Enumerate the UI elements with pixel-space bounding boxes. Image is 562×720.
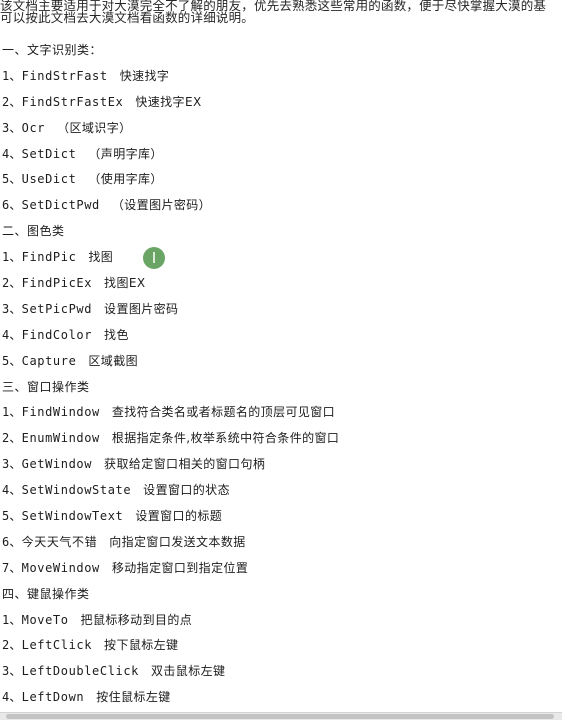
item-number: 3、 <box>2 301 22 316</box>
function-description: 把鼠标移动到目的点 <box>80 612 193 627</box>
function-description: 找图EX <box>104 276 146 291</box>
function-name: SetDictPwd <box>21 198 100 213</box>
function-name: SetWindowText <box>21 509 124 524</box>
intro-line-2: 可以按此文档去大漠文档看函数的详细说明。 <box>0 10 255 24</box>
function-item: 3、GetWindow 获取给定窗口相关的窗口句柄 <box>2 452 558 478</box>
item-number: 5、 <box>2 172 22 187</box>
function-name: FindWindow <box>21 405 100 420</box>
function-description: 根据指定条件,枚举系统中符合条件的窗口 <box>111 431 340 446</box>
function-item: 2、FindPicEx 找图EX <box>2 271 558 297</box>
function-name: MoveTo <box>21 612 69 627</box>
function-list: 一、文字识别类： 1、FindStrFast 快速找字 2、FindStrFastEx… <box>2 38 558 711</box>
function-item: 1、FindStrFast 快速找字 <box>2 64 558 90</box>
item-number: 1、 <box>2 612 22 627</box>
section-heading: 三、窗口操作类 <box>2 379 90 394</box>
function-item: 2、FindStrFastEx 快速找字EX <box>2 90 558 116</box>
item-number: 5、 <box>2 353 22 368</box>
function-name: GetWindow <box>21 457 93 472</box>
item-number: 3、 <box>2 457 22 472</box>
function-description: 移动指定窗口到指定位置 <box>111 560 249 575</box>
function-item: 4、SetDict （声明字库） <box>2 142 558 168</box>
function-name: LeftDoubleClick <box>21 664 139 679</box>
function-name: SetDict <box>21 146 77 161</box>
function-description: （设置图片密码） <box>111 198 212 213</box>
function-name: FindColor <box>21 327 93 342</box>
item-number: 2、 <box>2 431 22 446</box>
function-name: FindStrFast <box>21 68 108 83</box>
function-description: 快速找字 <box>119 68 170 83</box>
function-item: 5、Capture 区域截图 <box>2 349 558 375</box>
function-description: 按住鼠标左键 <box>96 690 171 705</box>
item-number: 6、 <box>2 198 22 213</box>
function-description: 向指定窗口发送文本数据 <box>109 534 246 549</box>
item-number: 1、 <box>2 405 22 420</box>
function-description: 设置图片密码 <box>104 301 179 316</box>
function-description: 快速找字EX <box>135 94 202 109</box>
function-item: 3、SetPicPwd 设置图片密码 <box>2 297 558 323</box>
scrollbar-thumb[interactable] <box>6 714 554 719</box>
horizontal-scrollbar[interactable] <box>0 712 562 720</box>
function-description: 按下鼠标左键 <box>104 638 179 653</box>
item-number: 3、 <box>2 120 22 135</box>
function-name: 今天天气不错 <box>21 534 98 549</box>
function-item: 4、LeftDown 按住鼠标左键 <box>2 685 558 711</box>
item-number: 6、 <box>2 534 22 549</box>
item-number: 3、 <box>2 664 22 679</box>
function-item: 5、UseDict （使用字库） <box>2 167 558 193</box>
item-number: 7、 <box>2 560 22 575</box>
function-item: 1、FindPic 找图 <box>2 245 558 271</box>
item-number: 4、 <box>2 327 22 342</box>
function-item: 5、SetWindowText 设置窗口的标题 <box>2 504 558 530</box>
function-name: Ocr <box>21 120 46 135</box>
function-name: EnumWindow <box>21 431 100 446</box>
function-description: 获取给定窗口相关的窗口句柄 <box>104 457 266 472</box>
function-name: UseDict <box>21 172 77 187</box>
section-heading: 四、键鼠操作类 <box>2 586 90 601</box>
function-description: （声明字库） <box>88 146 163 161</box>
function-name: FindPicEx <box>21 276 93 291</box>
item-number: 4、 <box>2 483 22 498</box>
section-heading: 二、图色类 <box>2 224 65 239</box>
section-heading: 一、文字识别类： <box>2 43 103 57</box>
item-number: 2、 <box>2 94 22 109</box>
function-name: Capture <box>21 353 77 368</box>
function-item: 3、LeftDoubleClick 双击鼠标左键 <box>2 659 558 685</box>
function-description: 找色 <box>104 327 129 342</box>
function-description: 找图 <box>88 250 114 265</box>
function-description: （使用字库） <box>88 172 163 187</box>
function-name: LeftClick <box>21 638 93 653</box>
item-number: 4、 <box>2 690 22 705</box>
function-item: 7、MoveWindow 移动指定窗口到指定位置 <box>2 556 558 582</box>
function-name: SetWindowState <box>21 483 132 498</box>
function-item: 3、Ocr （区域识字） <box>2 116 558 142</box>
item-number: 5、 <box>2 509 22 524</box>
function-name: MoveWindow <box>21 560 100 575</box>
function-description: 设置窗口的标题 <box>135 509 223 524</box>
function-name: LeftDown <box>21 690 85 705</box>
document-page: 该文档主要适用于对大漠完全不了解的朋友，优先去熟悉这些常用的函数，便于尽快掌握大… <box>0 0 562 712</box>
function-item: 6、今天天气不错 向指定窗口发送文本数据 <box>2 530 558 556</box>
function-description: 查找符合类名或者标题名的顶层可见窗口 <box>111 405 336 420</box>
function-item: 2、LeftClick 按下鼠标左键 <box>2 633 558 659</box>
function-item: 1、MoveTo 把鼠标移动到目的点 <box>2 608 558 634</box>
item-number: 4、 <box>2 146 22 161</box>
item-number: 1、 <box>2 250 22 265</box>
function-description: 双击鼠标左键 <box>151 664 226 679</box>
function-item: 6、SetDictPwd （设置图片密码） <box>2 193 558 219</box>
function-name: SetPicPwd <box>21 301 93 316</box>
function-description: 设置窗口的状态 <box>143 483 230 498</box>
intro-paragraph: 该文档主要适用于对大漠完全不了解的朋友，优先去熟悉这些常用的函数，便于尽快掌握大… <box>0 0 562 24</box>
function-description: 区域截图 <box>88 353 139 368</box>
function-description: （区域识字） <box>57 120 132 135</box>
text-cursor-highlight-icon <box>143 247 165 269</box>
function-item: 4、FindColor 找色 <box>2 323 558 349</box>
function-item: 1、FindWindow 查找符合类名或者标题名的顶层可见窗口 <box>2 400 558 426</box>
item-number: 2、 <box>2 638 22 653</box>
function-name: FindPic <box>21 250 77 265</box>
item-number: 1、 <box>2 68 22 83</box>
function-name: FindStrFastEx <box>21 94 124 109</box>
function-item: 2、EnumWindow 根据指定条件,枚举系统中符合条件的窗口 <box>2 426 558 452</box>
function-item: 4、SetWindowState 设置窗口的状态 <box>2 478 558 504</box>
item-number: 2、 <box>2 276 22 291</box>
